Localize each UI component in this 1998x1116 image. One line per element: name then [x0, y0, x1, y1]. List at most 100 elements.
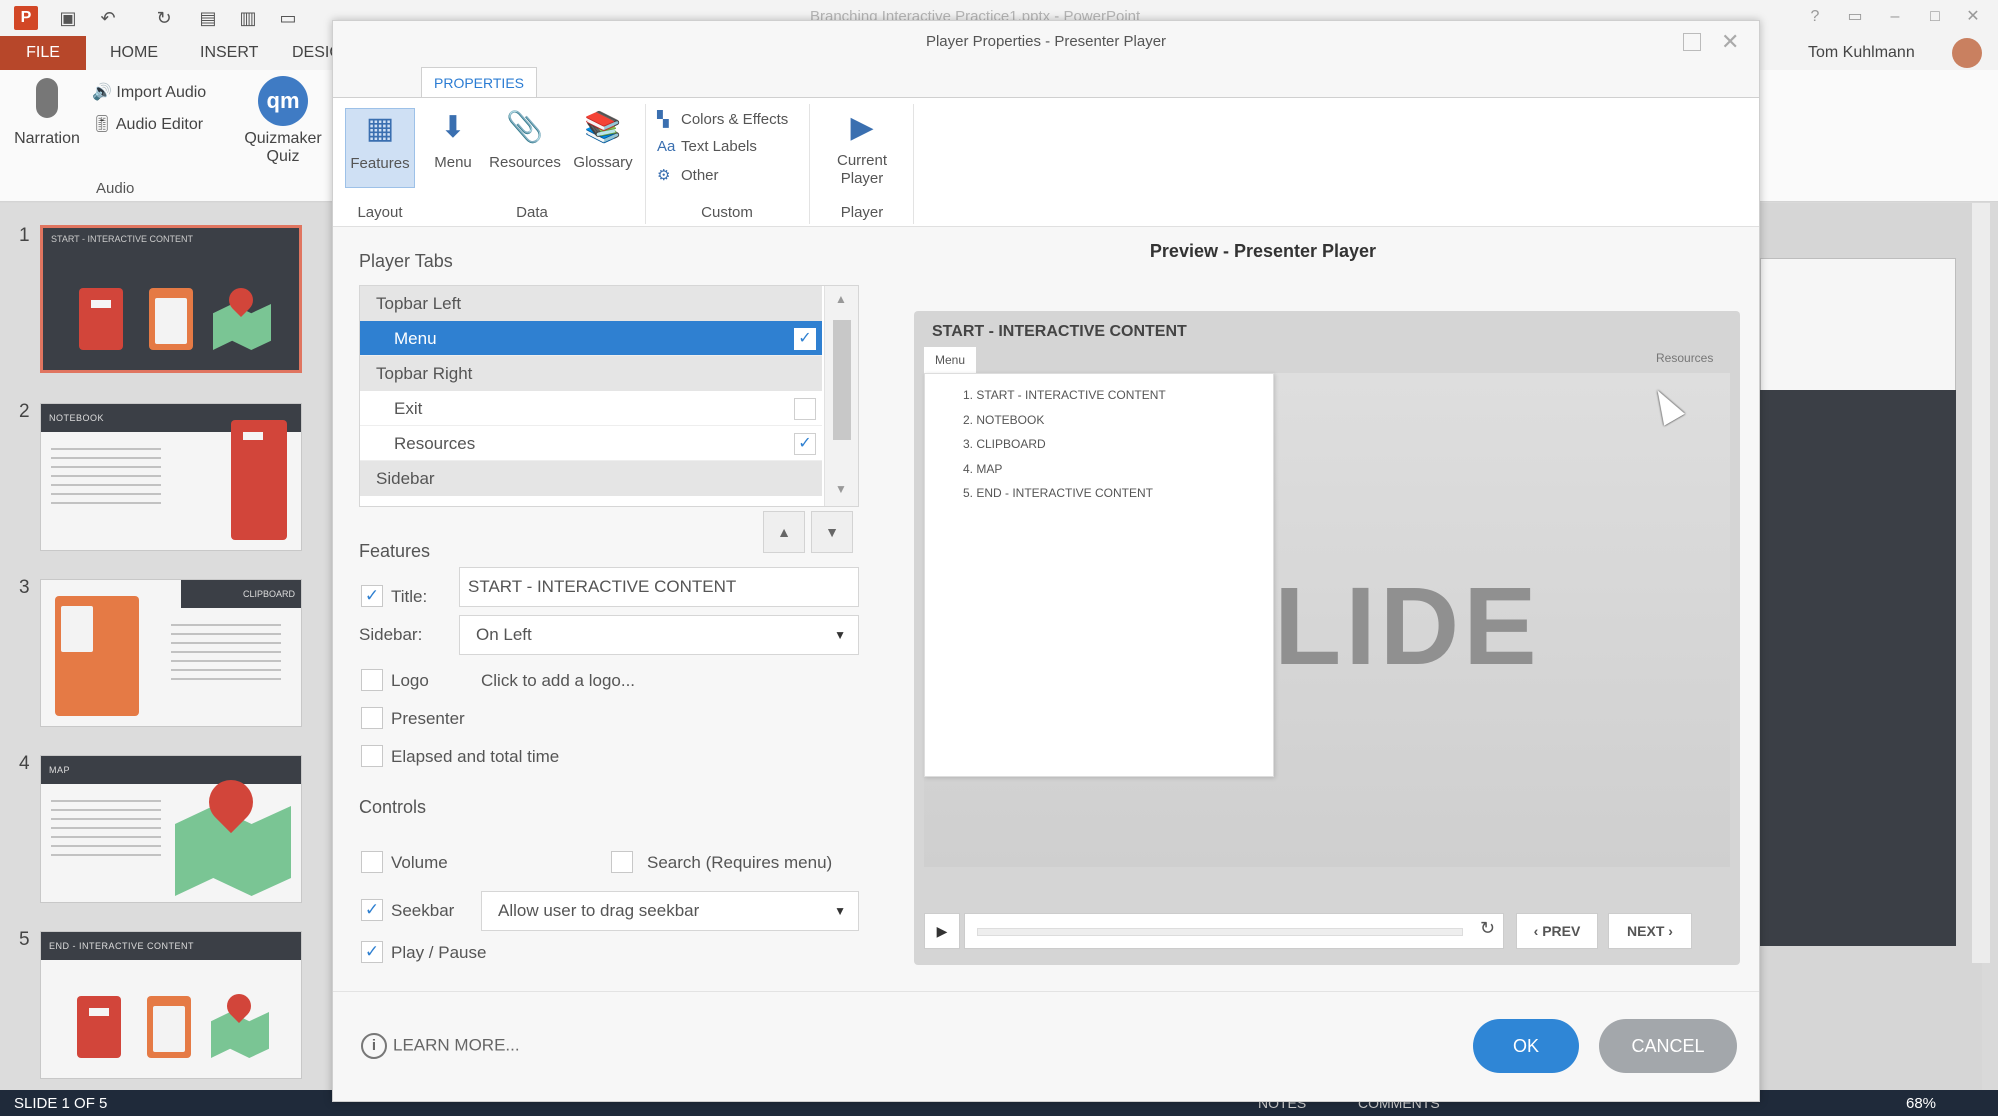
list-group-topbar-right[interactable]: Topbar Right: [360, 356, 822, 391]
tab-properties[interactable]: PROPERTIES: [421, 67, 537, 97]
ok-button[interactable]: OK: [1473, 1019, 1579, 1073]
window-icon[interactable]: ▭: [276, 6, 300, 30]
add-logo-link[interactable]: Click to add a logo...: [481, 671, 635, 691]
move-down-button[interactable]: ▼: [811, 511, 853, 553]
glossary-button[interactable]: 📚 Glossary: [569, 108, 637, 188]
slide-thumbnail-3[interactable]: CLIPBOARD: [40, 579, 302, 727]
preview-slide-stage: LIDE 1. START - INTERACTIVE CONTENT 2. N…: [924, 373, 1730, 867]
slide-thumbnail-5[interactable]: END - INTERACTIVE CONTENT: [40, 931, 302, 1079]
slide-number: 3: [19, 577, 30, 598]
list-scrollbar[interactable]: ▲ ▼: [824, 286, 858, 506]
data-group-label: Data: [516, 204, 548, 221]
logo-checkbox[interactable]: [361, 669, 383, 691]
audio-group-label: Audio: [96, 180, 135, 197]
current-player-button[interactable]: ▶ Current Player: [821, 108, 903, 188]
menu-button[interactable]: ⬇ Menu: [427, 108, 479, 188]
preview-seekbar: ↻: [964, 913, 1504, 949]
preview-menu-item: 2. NOTEBOOK: [963, 413, 1045, 427]
list-item-label: Resources: [394, 434, 476, 453]
list-group-topbar-left[interactable]: Topbar Left: [360, 286, 822, 321]
scroll-thumb[interactable]: [833, 320, 851, 440]
layout-icon[interactable]: ▥: [236, 6, 260, 30]
search-checkbox[interactable]: [611, 851, 633, 873]
seekbar-checkbox[interactable]: ✓: [361, 899, 383, 921]
title-input[interactable]: START - INTERACTIVE CONTENT: [459, 567, 859, 607]
preview-playback-bar: ▶ ↻ ‹ PREV NEXT ›: [924, 911, 1730, 951]
custom-group-label: Custom: [701, 204, 753, 221]
cancel-button[interactable]: CANCEL: [1599, 1019, 1737, 1073]
maximize-icon[interactable]: □: [1920, 4, 1950, 30]
slide-dark-panel: [1760, 390, 1956, 946]
close-icon[interactable]: ✕: [1721, 29, 1739, 55]
ribbon-display-icon[interactable]: ▭: [1840, 4, 1870, 30]
book-shape: [79, 288, 123, 350]
audio-editor-button[interactable]: 🎚 Audio Editor: [92, 114, 203, 134]
player-tabs-heading: Player Tabs: [359, 251, 453, 271]
vertical-scrollbar[interactable]: [1972, 203, 1990, 963]
resources-checkbox[interactable]: ✓: [794, 433, 816, 455]
quizmaker-icon[interactable]: qm: [258, 76, 308, 126]
minimize-icon[interactable]: –: [1880, 4, 1910, 30]
presenter-checkbox[interactable]: [361, 707, 383, 729]
import-audio-button[interactable]: 🔊 Import Audio: [92, 82, 206, 102]
list-item-exit[interactable]: Exit: [360, 391, 822, 426]
slide-thumbnail-1[interactable]: START - INTERACTIVE CONTENT: [40, 225, 302, 373]
seekbar-select[interactable]: Allow user to drag seekbar ▼: [481, 891, 859, 931]
zoom-level[interactable]: 68%: [1906, 1095, 1936, 1112]
sidebar-value: On Left: [476, 625, 532, 644]
list-item-label: Exit: [394, 399, 423, 418]
features-button[interactable]: ▦ Features: [345, 108, 415, 188]
start-from-beginning-icon[interactable]: ▤: [196, 6, 220, 30]
quizmaker-label-1: Quizmaker: [244, 130, 322, 147]
clipboard-shape: [149, 288, 193, 350]
scroll-down-icon[interactable]: ▼: [835, 482, 847, 496]
slide-number: 1: [19, 225, 30, 246]
colors-effects-button[interactable]: ▚ Colors & Effects: [657, 110, 788, 128]
volume-checkbox[interactable]: [361, 851, 383, 873]
preview-prev-button: ‹ PREV: [1516, 913, 1598, 949]
slide-title: END - INTERACTIVE CONTENT: [41, 932, 301, 960]
learn-more-link[interactable]: i LEARN MORE...: [361, 1033, 520, 1059]
text-labels-button[interactable]: Aa Text Labels: [657, 138, 757, 155]
save-icon[interactable]: ▣: [56, 6, 80, 30]
menu-checkbox[interactable]: ✓: [794, 328, 816, 350]
exit-checkbox[interactable]: [794, 398, 816, 420]
play-pause-checkbox[interactable]: ✓: [361, 941, 383, 963]
player-icon: ▶: [850, 111, 874, 144]
undo-icon[interactable]: ↶: [96, 6, 120, 30]
close-icon[interactable]: ✕: [1958, 4, 1988, 30]
help-icon[interactable]: ?: [1800, 4, 1830, 30]
quizmaker-quiz-button[interactable]: Quizmaker Quiz: [236, 130, 330, 166]
scroll-up-icon[interactable]: ▲: [835, 292, 847, 306]
sidebar-label: Sidebar:: [359, 625, 423, 644]
avatar[interactable]: [1952, 38, 1982, 68]
elapsed-time-checkbox[interactable]: [361, 745, 383, 767]
seekbar-label: Seekbar: [391, 901, 455, 920]
player-properties-dialog: Player Properties - Presenter Player ✕ P…: [332, 20, 1760, 1102]
other-button[interactable]: ⚙ Other: [657, 166, 719, 184]
list-group-sidebar[interactable]: Sidebar: [360, 461, 822, 496]
resources-button[interactable]: 📎 Resources: [487, 108, 563, 188]
title-checkbox[interactable]: ✓: [361, 585, 383, 607]
tab-home[interactable]: HOME: [110, 36, 158, 70]
user-name[interactable]: Tom Kuhlmann: [1808, 44, 1915, 62]
list-item-menu[interactable]: Menu ✓: [360, 321, 822, 356]
tab-insert[interactable]: INSERT: [200, 36, 258, 70]
chevron-down-icon: ▼: [834, 628, 846, 642]
list-item-resources[interactable]: Resources ✓: [360, 426, 822, 461]
slide-thumbnail-4[interactable]: MAP: [40, 755, 302, 903]
divider: [809, 104, 810, 224]
resources-label: Resources: [489, 154, 561, 171]
glossary-label: Glossary: [573, 154, 633, 171]
redo-icon[interactable]: ↻: [152, 6, 176, 30]
controls-heading: Controls: [359, 797, 427, 817]
move-up-button[interactable]: ▲: [763, 511, 805, 553]
sidebar-select[interactable]: On Left ▼: [459, 615, 859, 655]
menu-label: Menu: [434, 154, 472, 171]
tab-file[interactable]: FILE: [0, 36, 86, 70]
narration-button[interactable]: Narration: [10, 130, 84, 148]
slide-thumbnail-2[interactable]: NOTEBOOK: [40, 403, 302, 551]
maximize-icon[interactable]: [1683, 33, 1701, 51]
other-label: Other: [681, 167, 719, 184]
player-group-label: Player: [840, 204, 884, 221]
